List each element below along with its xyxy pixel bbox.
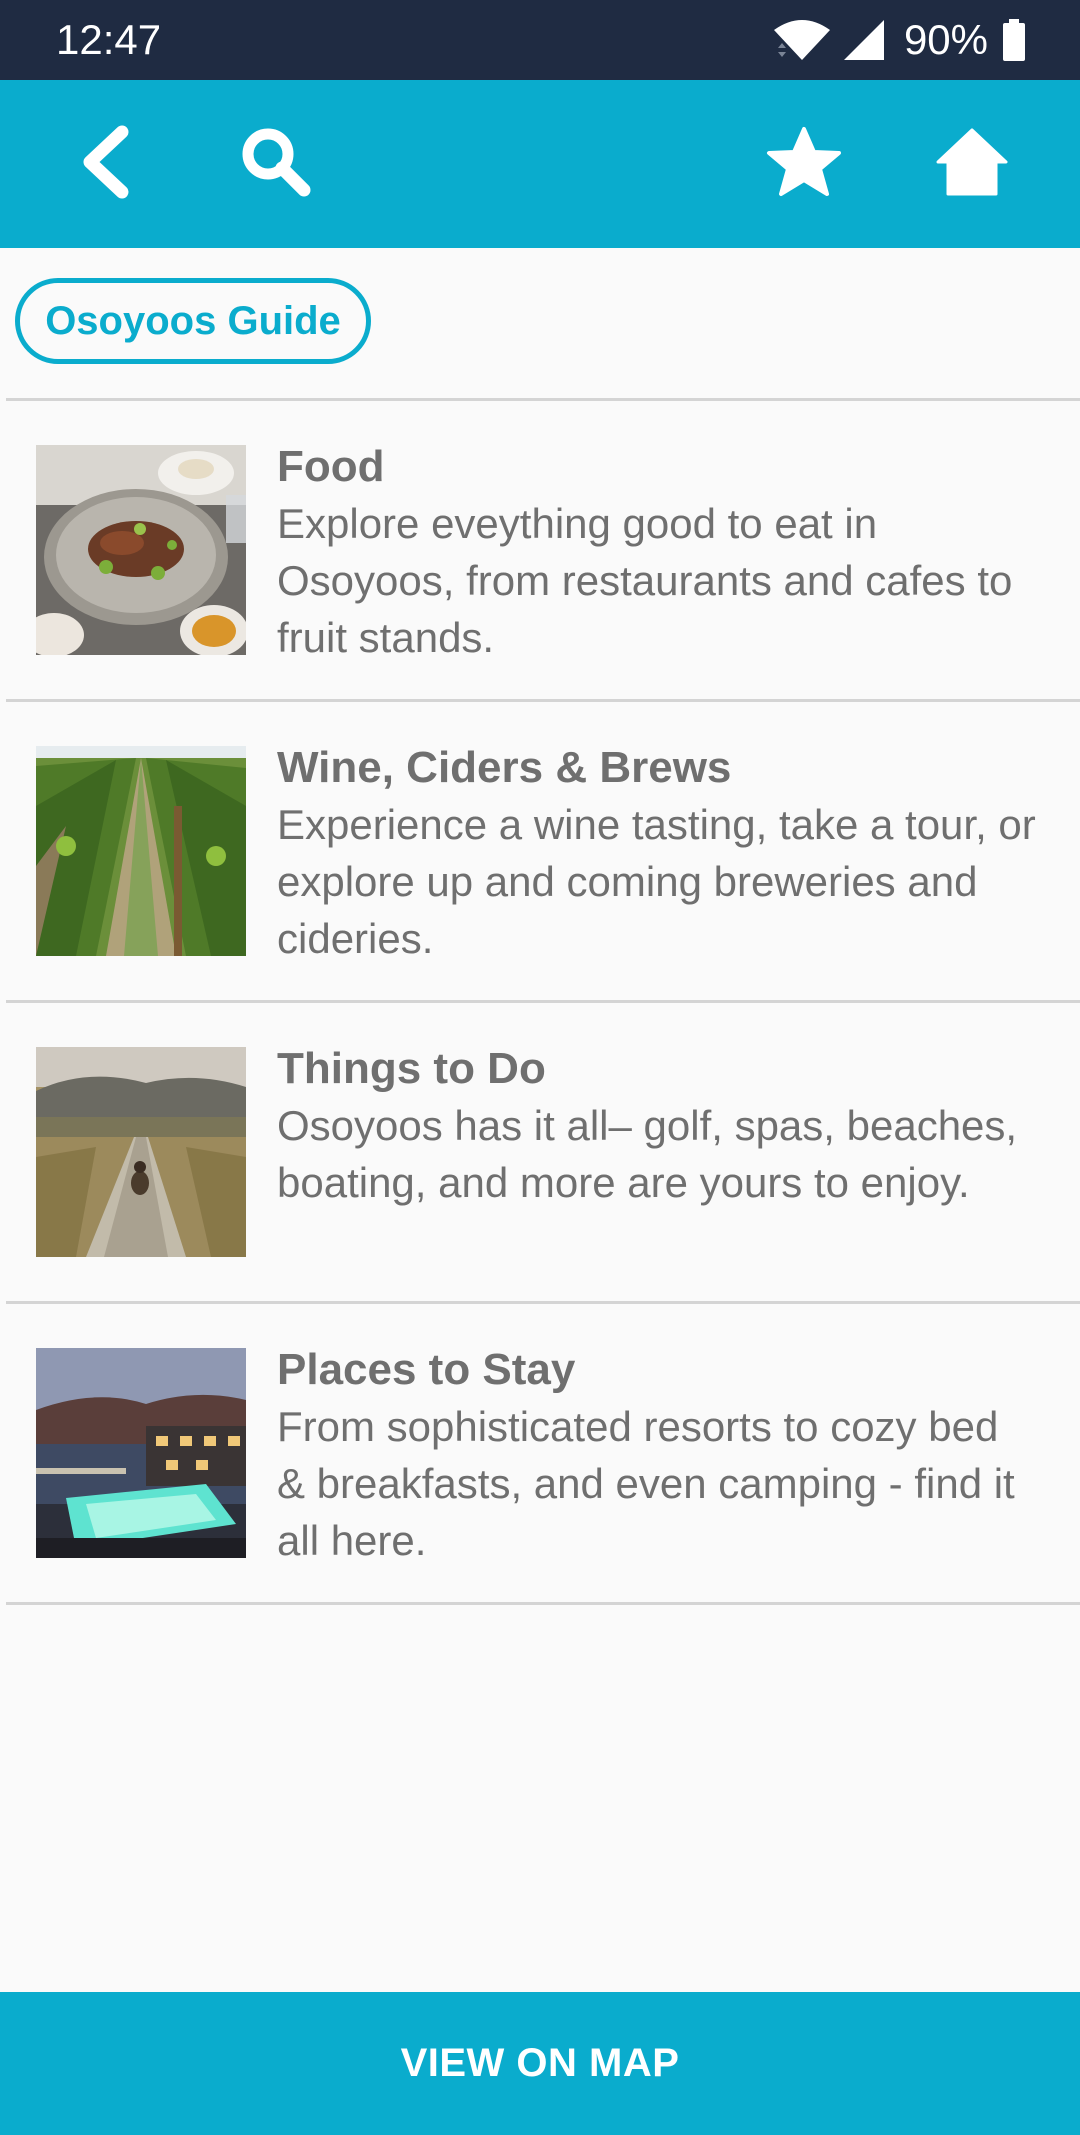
boardwalk-photo — [36, 1047, 246, 1257]
status-icons: 90% — [772, 14, 1026, 66]
back-icon — [76, 124, 136, 205]
item-title: Food — [277, 442, 385, 491]
battery-icon — [1002, 18, 1026, 62]
home-button[interactable] — [932, 124, 1012, 204]
favorite-button[interactable] — [764, 124, 844, 204]
resort-photo — [36, 1348, 246, 1558]
list-item-wine[interactable]: Wine, Ciders & Brews Experience a wine t… — [6, 702, 1080, 1003]
vineyard-photo — [36, 746, 246, 956]
item-description: Osoyoos has it all– golf, spas, beaches,… — [277, 1102, 1018, 1206]
search-button[interactable] — [236, 124, 316, 204]
home-icon — [936, 126, 1008, 203]
search-icon — [238, 124, 314, 205]
back-button[interactable] — [66, 124, 146, 204]
list-item-places-to-stay[interactable]: Places to Stay From sophisticated resort… — [6, 1304, 1080, 1605]
food-photo — [36, 445, 246, 655]
star-icon — [766, 126, 842, 203]
item-description: Experience a wine tasting, take a tour, … — [277, 801, 1036, 962]
toolbar — [0, 80, 1080, 248]
wifi-icon — [772, 18, 832, 62]
status-bar: 12:47 90% — [0, 0, 1080, 80]
guide-title-pill[interactable]: Osoyoos Guide — [15, 278, 371, 364]
signal-icon — [842, 18, 886, 62]
item-title: Places to Stay — [277, 1345, 576, 1394]
view-on-map-button[interactable]: VIEW ON MAP — [0, 1992, 1080, 2135]
list-item-food[interactable]: Food Explore eveything good to eat in Os… — [6, 401, 1080, 702]
category-list: Food Explore eveything good to eat in Os… — [6, 398, 1080, 1605]
battery-percent: 90% — [903, 16, 988, 63]
item-description: From sophisticated resorts to cozy bed &… — [277, 1403, 1015, 1564]
item-text: Wine, Ciders & Brews Experience a wine t… — [277, 740, 1037, 967]
item-title: Things to Do — [277, 1044, 546, 1093]
item-text: Places to Stay From sophisticated resort… — [277, 1342, 1037, 1569]
status-time: 12:47 — [56, 16, 162, 63]
item-text: Food Explore eveything good to eat in Os… — [277, 439, 1037, 666]
list-item-things-to-do[interactable]: Things to Do Osoyoos has it all– golf, s… — [6, 1003, 1080, 1304]
item-description: Explore eveything good to eat in Osoyoos… — [277, 500, 1013, 661]
item-text: Things to Do Osoyoos has it all– golf, s… — [277, 1041, 1037, 1211]
item-title: Wine, Ciders & Brews — [277, 743, 732, 792]
